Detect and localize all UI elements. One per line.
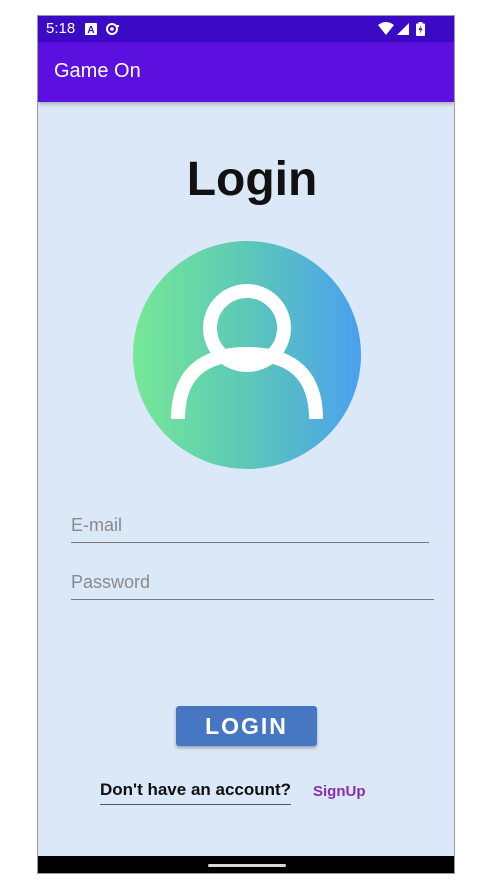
wifi-icon [378,22,394,35]
signup-link[interactable]: SignUp [313,783,366,800]
avatar [133,241,361,469]
login-button[interactable]: LOGIN [176,706,317,746]
battery-icon [416,22,425,36]
password-input[interactable] [71,565,434,599]
page-title: Login [186,153,318,206]
user-icon [171,284,323,420]
status-bar: 5:18 A [38,16,454,42]
sync-notification-icon [106,23,119,35]
navigation-bar [38,856,454,873]
password-field[interactable] [71,565,434,600]
cellular-signal-icon [397,23,409,35]
status-time: 5:18 [46,20,76,37]
a-notification-icon: A [85,23,97,36]
app-bar: Game On [38,42,454,102]
email-input[interactable] [71,508,429,542]
email-field[interactable] [71,508,429,543]
home-gesture-handle[interactable] [208,864,286,867]
app-title: Game On [54,60,141,82]
svg-text:A: A [87,25,94,36]
no-account-text: Don't have an account? [100,780,292,805]
phone-screen: 5:18 A Game On Login E-mail LOGIN Don't … [37,15,455,874]
